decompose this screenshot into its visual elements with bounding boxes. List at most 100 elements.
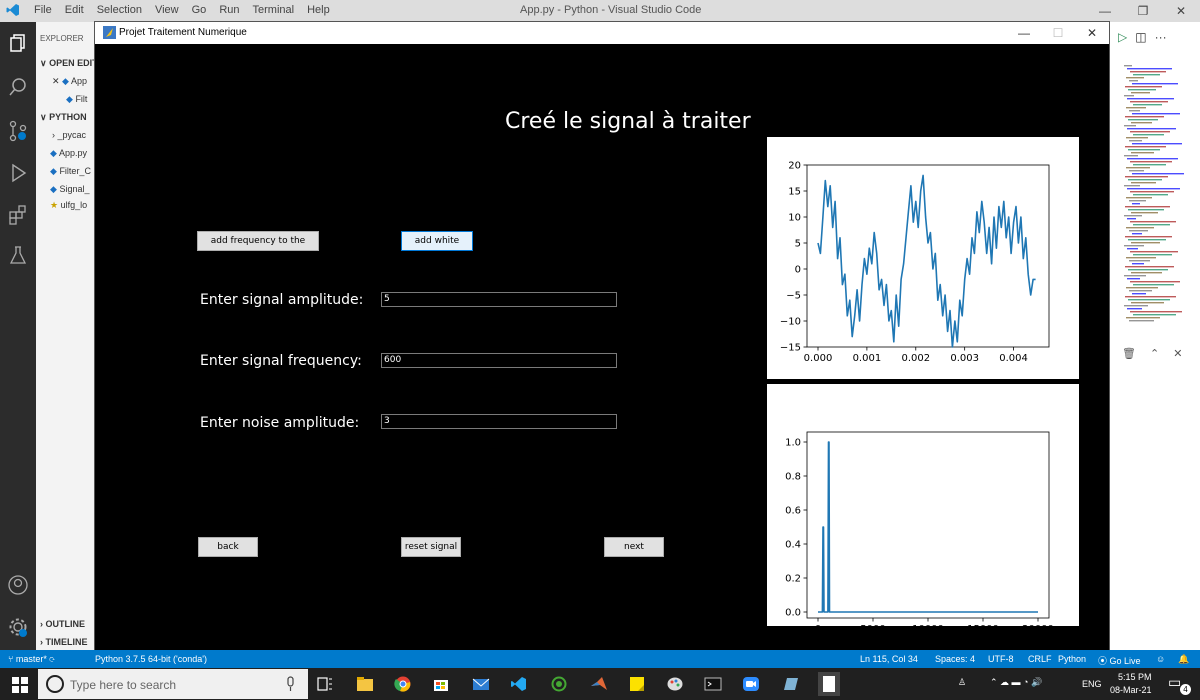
source-control-icon[interactable] <box>7 120 29 142</box>
indentation[interactable]: Spaces: 4 <box>935 654 975 664</box>
minimap-line <box>1127 278 1140 280</box>
minimize-icon[interactable]: — <box>1007 22 1041 44</box>
noise-amplitude-input[interactable]: 3 <box>381 414 617 429</box>
open-editors-section[interactable]: ∨ OPEN EDIT <box>40 58 94 69</box>
trash-icon[interactable]: 🗑 <box>1122 347 1136 360</box>
menu-run[interactable]: Run <box>219 4 239 16</box>
python-folder-section[interactable]: ∨ PYTHON <box>40 112 87 123</box>
minimap-line <box>1130 221 1176 223</box>
tray-icons[interactable]: ⌃ ☁ ▬ ◔ 🔊 <box>990 677 1042 688</box>
minimap-line <box>1126 197 1152 199</box>
tree-item-filter[interactable]: ◆ Filter_C <box>50 166 91 177</box>
people-icon[interactable]: ♙ <box>958 677 966 688</box>
sticky-notes-icon[interactable] <box>628 676 646 692</box>
extensions-icon[interactable] <box>7 204 29 226</box>
add-frequency-button[interactable]: add frequency to the signal <box>197 231 319 264</box>
back-button[interactable]: back <box>198 537 258 557</box>
minimap-line <box>1126 227 1154 229</box>
terminal-icon[interactable] <box>704 676 722 692</box>
close-panel-icon[interactable]: ✕ <box>1173 347 1182 360</box>
spectrum-plot: 0 5000 10000 15000 20000 0.0 0.2 0.4 0.6 0.8 1.0 <box>767 384 1079 635</box>
y-tick-label: 0.4 <box>785 540 801 551</box>
restore-icon[interactable]: ❐ <box>1124 0 1162 22</box>
next-button[interactable]: next <box>604 537 664 557</box>
x-tick-label: 0.002 <box>901 353 930 364</box>
microsoft-store-icon[interactable] <box>432 676 450 692</box>
outline-section[interactable]: › OUTLINE <box>40 619 85 629</box>
menu-edit[interactable]: Edit <box>65 4 84 16</box>
tree-item-app[interactable]: ◆ App.py <box>50 148 87 159</box>
reset-signal-button[interactable]: reset signal <box>401 537 461 557</box>
minimize-icon[interactable]: — <box>1086 0 1124 22</box>
input-language[interactable]: ENG <box>1082 679 1102 689</box>
run-debug-icon[interactable] <box>7 162 29 184</box>
close-icon[interactable]: ✕ <box>1075 22 1109 44</box>
vscode-menubar: File Edit Selection View Go Run Terminal… <box>34 4 330 16</box>
open-editor-item[interactable]: ◆ Filt <box>66 94 87 105</box>
more-actions-icon[interactable]: ··· <box>1155 30 1167 44</box>
app-window-icon[interactable] <box>782 676 800 692</box>
timeline-section[interactable]: › TIMELINE <box>40 637 88 647</box>
vscode-taskbar-icon[interactable] <box>510 676 528 692</box>
cursor-position[interactable]: Ln 115, Col 34 <box>860 654 918 664</box>
account-icon[interactable] <box>7 574 29 596</box>
close-icon[interactable]: ✕ <box>1162 0 1200 22</box>
open-editor-item[interactable]: ✕ ◆ App <box>52 76 87 87</box>
minimap[interactable] <box>1122 65 1192 325</box>
minimap-line <box>1125 176 1168 178</box>
vscode-logo-icon <box>6 4 19 16</box>
tree-item-pycache[interactable]: › _pycac <box>52 130 86 140</box>
minimap-line <box>1127 68 1172 70</box>
windows-taskbar: Type here to search ♙ ⌃ ☁ ▬ ◔ 🔊 ENG 5:15… <box>0 668 1200 700</box>
chrome-icon[interactable] <box>394 676 412 692</box>
python-app-taskbar-icon[interactable] <box>818 672 840 696</box>
file-explorer-icon[interactable] <box>356 676 374 692</box>
split-editor-icon[interactable]: ◫ <box>1135 30 1146 44</box>
minimap-line <box>1132 263 1144 265</box>
go-live-button[interactable]: ⦿ Go Live <box>1098 654 1141 667</box>
anaconda-icon[interactable] <box>550 676 568 692</box>
clock-time[interactable]: 5:15 PM <box>1118 672 1152 682</box>
menu-help[interactable]: Help <box>307 4 330 16</box>
add-white-noise-button[interactable]: add white noise <box>401 231 473 264</box>
task-view-icon[interactable] <box>316 676 334 692</box>
mail-icon[interactable] <box>472 676 490 692</box>
menu-go[interactable]: Go <box>192 4 207 16</box>
menu-terminal[interactable]: Terminal <box>253 4 295 16</box>
minimap-line <box>1133 74 1160 76</box>
run-file-icon[interactable]: ▷ <box>1118 30 1127 44</box>
python-interpreter[interactable]: Python 3.7.5 64-bit ('conda') <box>95 654 207 664</box>
matlab-icon[interactable] <box>590 676 608 692</box>
minimap-line <box>1124 125 1136 127</box>
git-branch[interactable]: ⑂ master* ⟳ <box>8 654 55 664</box>
notifications-bell-icon[interactable]: 🔔 <box>1178 654 1189 665</box>
chevron-up-icon[interactable]: ⌃ <box>1150 347 1159 360</box>
line-endings[interactable]: CRLF <box>1028 654 1052 664</box>
tree-item-signal[interactable]: ◆ Signal_ <box>50 184 89 195</box>
amplitude-input[interactable]: 5 <box>381 292 617 307</box>
minimap-line <box>1124 65 1132 67</box>
menu-view[interactable]: View <box>155 4 179 16</box>
feedback-icon[interactable]: ☺ <box>1156 654 1165 664</box>
clock-date[interactable]: 08-Mar-21 <box>1110 685 1152 695</box>
menu-selection[interactable]: Selection <box>97 4 142 16</box>
frequency-input[interactable]: 600 <box>381 353 617 368</box>
notification-count-badge: 4 <box>1180 684 1191 695</box>
minimap-line <box>1126 287 1158 289</box>
settings-gear-icon[interactable] <box>7 616 29 638</box>
x-tick-label: 15000 <box>967 624 999 626</box>
tree-item-ulfg[interactable]: ★ ulfg_lo <box>50 200 87 211</box>
minimap-line <box>1129 110 1140 112</box>
microphone-icon[interactable] <box>282 676 300 692</box>
taskbar-search-box[interactable]: Type here to search <box>38 669 308 699</box>
language-mode[interactable]: Python <box>1058 654 1086 664</box>
paint-icon[interactable] <box>666 676 684 692</box>
encoding[interactable]: UTF-8 <box>988 654 1014 664</box>
menu-file[interactable]: File <box>34 4 52 16</box>
minimap-line <box>1133 284 1174 286</box>
testing-flask-icon[interactable] <box>7 244 29 266</box>
explorer-icon[interactable] <box>7 32 29 54</box>
zoom-icon[interactable] <box>742 676 760 692</box>
windows-start-icon[interactable] <box>12 677 28 693</box>
search-icon[interactable] <box>7 76 29 98</box>
